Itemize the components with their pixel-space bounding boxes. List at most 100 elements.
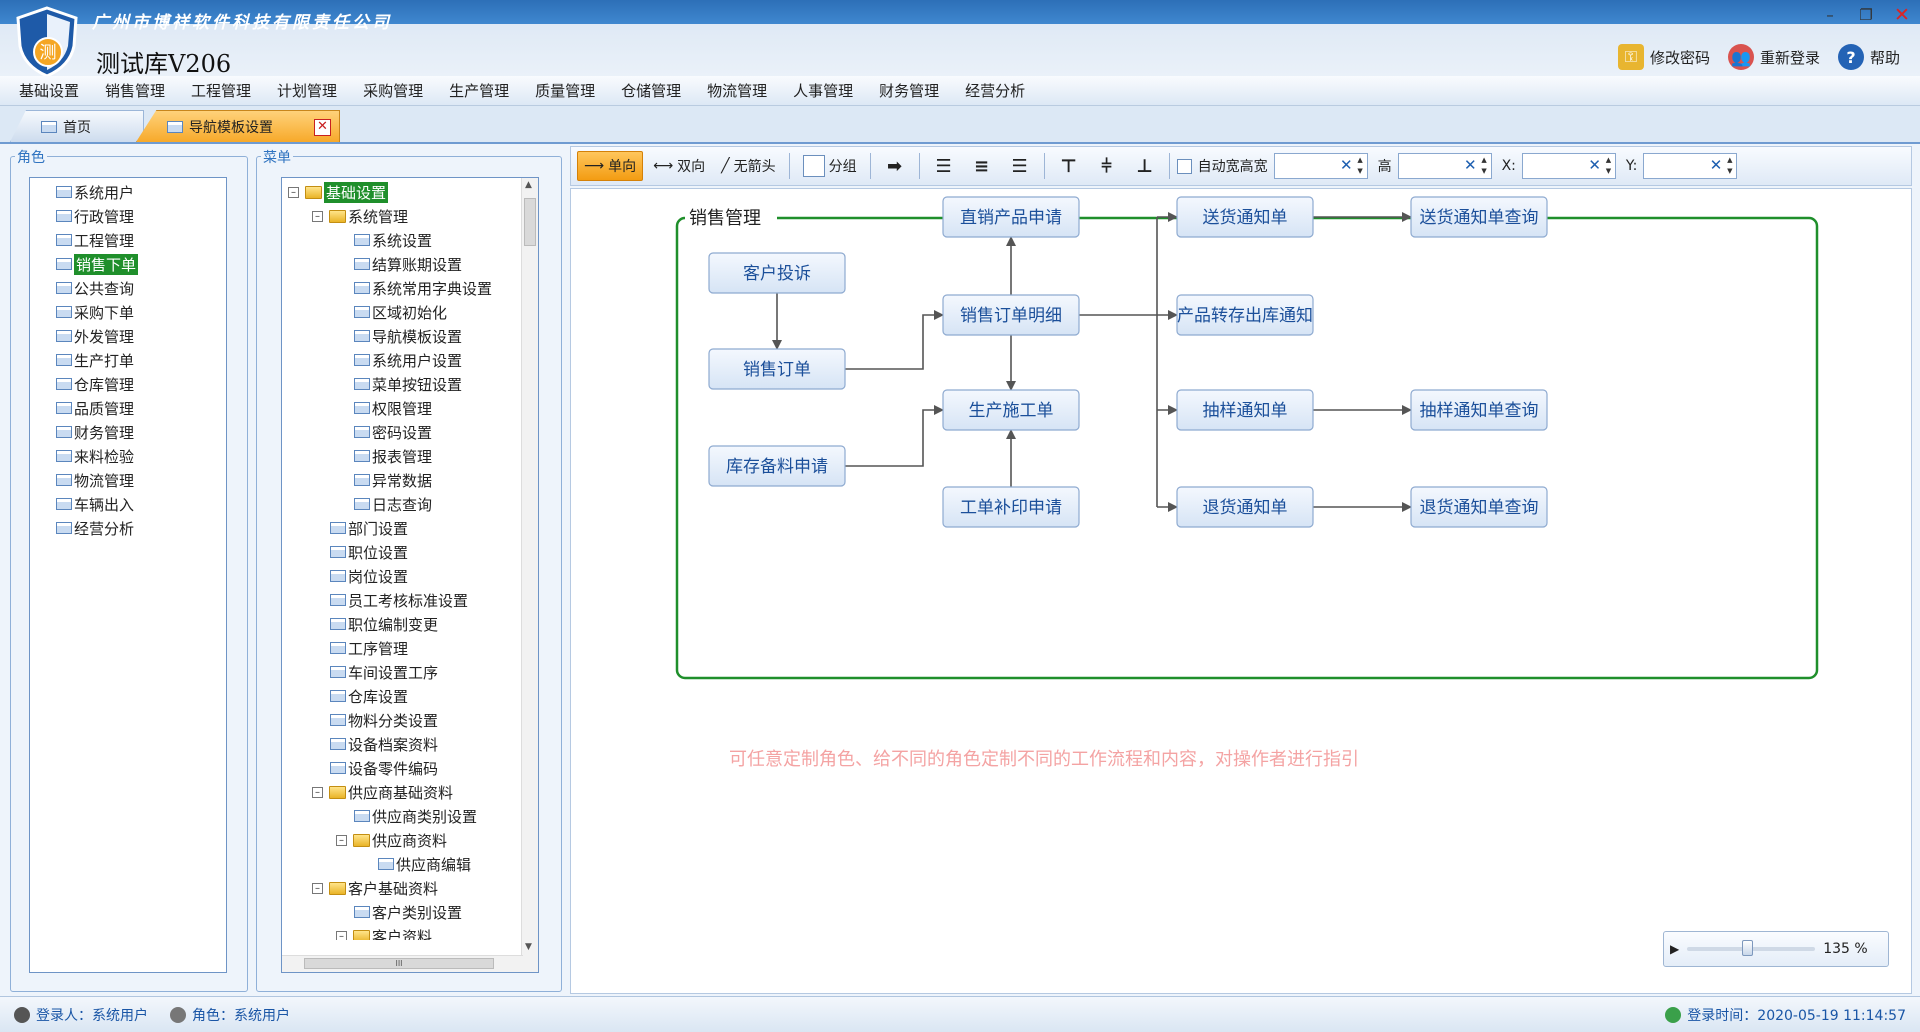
role-item[interactable]: 系统用户 <box>56 180 226 204</box>
no-arrow-button[interactable]: ╱ 无箭头 <box>715 151 781 181</box>
menu-item-4[interactable]: 采购管理 <box>350 80 436 101</box>
double-arrow-button[interactable]: ⟷ 双向 <box>647 151 711 181</box>
width-input[interactable]: ✕ ▲ ▼ <box>1273 153 1368 179</box>
role-item[interactable]: 销售下单 <box>56 252 226 276</box>
menu-tree-item[interactable]: – 客户基础资料 <box>288 876 518 900</box>
align-top-icon[interactable]: ⊤ <box>1052 151 1086 181</box>
menu-tree-item[interactable]: 供应商类别设置 <box>288 804 518 828</box>
menu-item-8[interactable]: 物流管理 <box>694 80 780 101</box>
collapse-icon[interactable]: – <box>336 834 347 846</box>
menu-tree-item[interactable]: 设备档案资料 <box>288 732 518 756</box>
flow-node-xiaoshoudingdan[interactable]: 销售订单 <box>708 348 846 390</box>
role-item[interactable]: 行政管理 <box>56 204 226 228</box>
y-input[interactable]: ✕ ▲ ▼ <box>1643 153 1738 179</box>
tab-home[interactable]: 首页 <box>10 110 144 142</box>
flow-node-shigong[interactable]: 生产施工单 <box>942 389 1080 431</box>
collapse-icon[interactable]: – <box>336 930 347 940</box>
collapse-icon[interactable]: – <box>312 786 323 798</box>
menu-tree-item[interactable]: 职位设置 <box>288 540 518 564</box>
menu-item-9[interactable]: 人事管理 <box>780 80 866 101</box>
menu-tree-item[interactable]: – 供应商资料 <box>288 828 518 852</box>
flow-node-buyin[interactable]: 工单补印申请 <box>942 486 1080 528</box>
close-icon[interactable]: ✕ <box>1890 4 1914 26</box>
role-item[interactable]: 物流管理 <box>56 468 226 492</box>
role-item[interactable]: 外发管理 <box>56 324 226 348</box>
flow-canvas[interactable]: 销售管理 客户投诉 销售订单 库存备料申请 直销产品申请 销售订单明细 生产施工单 工单补印… <box>570 188 1912 994</box>
align-left-icon[interactable]: ☰ <box>927 151 961 181</box>
role-item[interactable]: 车辆出入 <box>56 492 226 516</box>
group-button[interactable]: 分组 <box>797 151 863 181</box>
menu-tree-item[interactable]: 客户类别设置 <box>288 900 518 924</box>
menu-tree-item[interactable]: 供应商编辑 <box>288 852 518 876</box>
vertical-scrollbar[interactable]: ▲ ▼ <box>521 178 538 972</box>
clear-icon[interactable]: ✕ <box>1464 156 1477 174</box>
flow-node-songhuo[interactable]: 送货通知单 <box>1176 196 1314 238</box>
spin-arrows-icon[interactable]: ▲ ▼ <box>1724 155 1735 177</box>
height-input[interactable]: ✕ ▲ ▼ <box>1397 153 1492 179</box>
menu-item-6[interactable]: 质量管理 <box>522 80 608 101</box>
x-input[interactable]: ✕ ▲ ▼ <box>1521 153 1616 179</box>
role-item[interactable]: 经营分析 <box>56 516 226 540</box>
flow-node-kucun[interactable]: 库存备料申请 <box>708 445 846 487</box>
role-item[interactable]: 生产打单 <box>56 348 226 372</box>
collapse-icon[interactable]: – <box>312 882 323 894</box>
menu-tree-item[interactable]: 菜单按钮设置 <box>288 372 518 396</box>
clear-icon[interactable]: ✕ <box>1710 156 1723 174</box>
menu-item-1[interactable]: 销售管理 <box>92 80 178 101</box>
role-item[interactable]: 品质管理 <box>56 396 226 420</box>
tab-nav-template[interactable]: 导航模板设置 ✕ <box>136 110 340 142</box>
flow-node-kehutousu[interactable]: 客户投诉 <box>708 252 846 294</box>
role-item[interactable]: 工程管理 <box>56 228 226 252</box>
tab-close-icon[interactable]: ✕ <box>314 119 331 136</box>
arrow-right-bold-icon[interactable]: ➡ <box>878 151 912 181</box>
restore-icon[interactable]: ❐ <box>1854 6 1878 24</box>
zoom-slider[interactable] <box>1687 940 1816 956</box>
menu-tree-item[interactable]: – 客户资料 <box>288 924 518 940</box>
change-password-button[interactable]: ⚿ 修改密码 <box>1617 44 1710 70</box>
flow-node-chouyang_q[interactable]: 抽样通知单查询 <box>1410 389 1548 431</box>
menu-item-3[interactable]: 计划管理 <box>264 80 350 101</box>
relogin-button[interactable]: 👥 重新登录 <box>1727 44 1820 70</box>
align-middle-icon[interactable]: ⫩ <box>1090 151 1124 181</box>
spin-arrows-icon[interactable]: ▲ ▼ <box>1603 155 1614 177</box>
menu-tree-item[interactable]: 车间设置工序 <box>288 660 518 684</box>
menu-tree-item[interactable]: 设备零件编码 <box>288 756 518 780</box>
flow-node-tuihuo_q[interactable]: 退货通知单查询 <box>1410 486 1548 528</box>
menu-tree-item[interactable]: 异常数据 <box>288 468 518 492</box>
menu-tree-item[interactable]: 区域初始化 <box>288 300 518 324</box>
zoom-thumb[interactable] <box>1742 940 1754 956</box>
flow-node-tuihuo[interactable]: 退货通知单 <box>1176 486 1314 528</box>
role-item[interactable]: 财务管理 <box>56 420 226 444</box>
menu-tree-item[interactable]: 权限管理 <box>288 396 518 420</box>
menu-item-5[interactable]: 生产管理 <box>436 80 522 101</box>
role-item[interactable]: 采购下单 <box>56 300 226 324</box>
menu-item-0[interactable]: 基础设置 <box>6 80 92 101</box>
clear-icon[interactable]: ✕ <box>1340 156 1353 174</box>
menu-tree-item[interactable]: 导航模板设置 <box>288 324 518 348</box>
menu-tree-item[interactable]: 岗位设置 <box>288 564 518 588</box>
hscroll-thumb[interactable]: III <box>304 958 494 969</box>
menu-item-7[interactable]: 仓储管理 <box>608 80 694 101</box>
scroll-up-icon[interactable]: ▲ <box>525 180 532 190</box>
menu-tree-item[interactable]: 仓库设置 <box>288 684 518 708</box>
align-center-icon[interactable]: ≡ <box>965 151 999 181</box>
align-right-icon[interactable]: ☰ <box>1003 151 1037 181</box>
minimize-icon[interactable]: – <box>1818 6 1842 24</box>
spin-arrows-icon[interactable]: ▲ ▼ <box>1479 155 1490 177</box>
help-button[interactable]: ? 帮助 <box>1837 44 1900 70</box>
menu-tree-item[interactable]: 部门设置 <box>288 516 518 540</box>
collapse-icon[interactable]: – <box>312 210 323 222</box>
collapse-icon[interactable]: – <box>288 186 299 198</box>
menu-tree-item[interactable]: 系统用户设置 <box>288 348 518 372</box>
auto-size-checkbox[interactable] <box>1176 158 1192 174</box>
role-item[interactable]: 仓库管理 <box>56 372 226 396</box>
horizontal-scrollbar[interactable]: III <box>282 955 523 972</box>
role-item[interactable]: 公共查询 <box>56 276 226 300</box>
menu-item-11[interactable]: 经营分析 <box>952 80 1038 101</box>
play-icon[interactable]: ▶ <box>1670 942 1679 956</box>
menu-tree-item[interactable]: – 基础设置 <box>288 180 518 204</box>
menu-tree-item[interactable]: 日志查询 <box>288 492 518 516</box>
flow-node-zhuanchu[interactable]: 产品转存出库通知 <box>1176 294 1314 336</box>
single-arrow-button[interactable]: ⟶ 单向 <box>577 151 644 181</box>
align-bottom-icon[interactable]: ⊥ <box>1128 151 1162 181</box>
